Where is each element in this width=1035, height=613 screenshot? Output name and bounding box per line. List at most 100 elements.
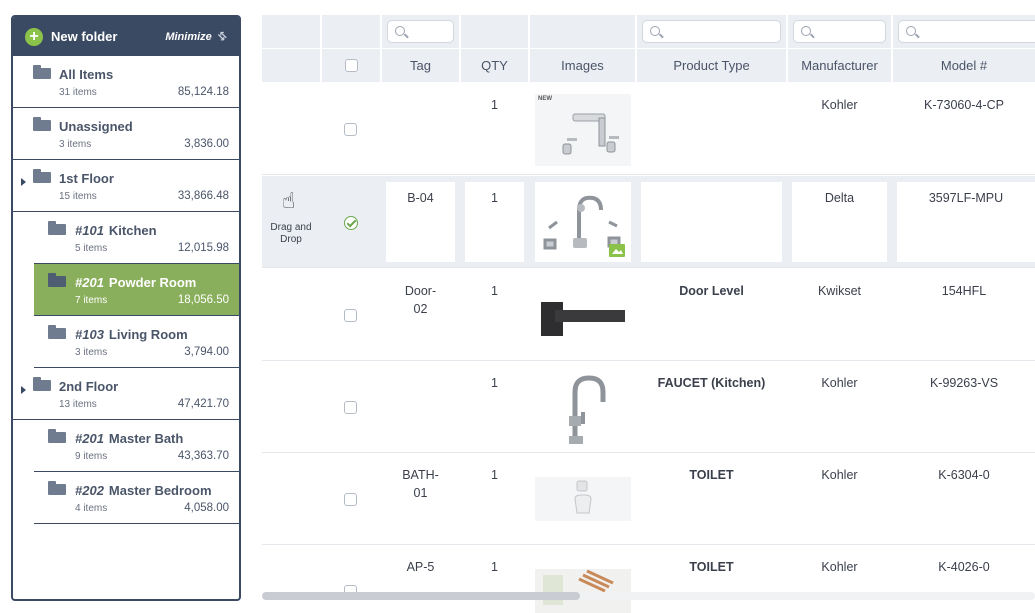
header-blank — [530, 15, 635, 48]
model-cell[interactable]: K-73060-4-CP — [893, 83, 1035, 175]
manufacturer-cell[interactable]: Kohler — [788, 545, 891, 613]
sidebar-header: + New folder Minimize ⇵ — [13, 17, 239, 56]
product-image[interactable]: NEW — [535, 94, 631, 166]
manufacturer-cell[interactable]: Delta — [792, 182, 887, 262]
product-image[interactable] — [535, 477, 631, 521]
product-type-cell[interactable]: Door Level — [637, 269, 786, 361]
folder-master-bath[interactable]: #201 Master Bath 9 items 43,363.70 — [34, 420, 239, 472]
expand-caret-icon[interactable] — [21, 178, 26, 186]
table-row[interactable]: BATH- 01 1 TOILET Kohler K-6304-0 — [262, 453, 1035, 545]
tag-search-input[interactable] — [410, 23, 449, 40]
row-checkbox[interactable] — [344, 123, 357, 136]
product-type-cell[interactable] — [641, 182, 782, 262]
model-search-input[interactable] — [921, 23, 1035, 40]
tag-cell[interactable]: Door- 02 — [382, 269, 459, 361]
column-header-tag[interactable]: Tag — [382, 49, 459, 82]
folder-icon — [33, 65, 51, 79]
scrollbar-thumb[interactable] — [262, 592, 580, 600]
row-checkbox-checked[interactable] — [344, 216, 358, 230]
folder-item-count: 7 items — [75, 295, 108, 306]
product-type-cell[interactable]: TOILET — [637, 453, 786, 545]
manufacturer-value: Delta — [824, 191, 855, 205]
tag-value: BATH- 01 — [402, 468, 439, 500]
tag-search — [387, 20, 454, 43]
folder-2nd-floor[interactable]: 2nd Floor 13 items 47,421.70 — [13, 368, 239, 420]
manufacturer-cell[interactable]: Kwikset — [788, 269, 891, 361]
column-header-images[interactable]: Images — [530, 49, 635, 82]
folder-living-room[interactable]: #103 Living Room 3 items 3,794.00 — [34, 316, 239, 368]
manufacturer-cell[interactable]: Kohler — [788, 361, 891, 453]
folder-item-count: 31 items — [59, 87, 97, 98]
toilet-image — [543, 569, 614, 605]
manufacturer-search-input[interactable] — [816, 23, 881, 40]
column-header-manufacturer[interactable]: Manufacturer — [788, 49, 891, 82]
folder-item-count: 3 items — [59, 139, 92, 150]
product-image[interactable] — [535, 280, 631, 352]
folder-total: 85,124.18 — [177, 86, 229, 98]
folder-total: 43,363.70 — [177, 450, 229, 462]
manufacturer-value: Kohler — [821, 98, 858, 112]
qty-cell[interactable]: 1 — [461, 545, 528, 613]
header-blank — [461, 15, 528, 48]
new-folder-label: New folder — [51, 29, 118, 44]
folder-name: #201 Powder Room — [75, 275, 196, 290]
qty-cell[interactable]: 1 — [461, 83, 528, 175]
qty-cell[interactable]: 1 — [461, 269, 528, 361]
folder-1st-floor[interactable]: 1st Floor 15 items 33,866.48 — [13, 160, 239, 212]
qty-cell[interactable]: 1 — [465, 182, 524, 262]
qty-value: 1 — [491, 376, 498, 390]
tag-cell[interactable] — [382, 83, 459, 175]
header-blank — [322, 15, 380, 48]
select-all-checkbox[interactable] — [344, 59, 358, 72]
product-type-cell[interactable] — [637, 83, 786, 175]
tag-cell[interactable]: AP-5 — [382, 545, 459, 613]
manufacturer-cell[interactable]: Kohler — [788, 453, 891, 545]
model-cell[interactable]: K-6304-0 — [893, 453, 1035, 545]
table-row[interactable]: 1 FAUCET (Kitchen) Kohler K-99263-VS — [262, 361, 1035, 453]
column-header-qty[interactable]: QTY — [461, 49, 528, 82]
model-cell[interactable]: K-4026-0 — [893, 545, 1035, 613]
table-row[interactable]: AP-5 1 TOILET Kohler K-4026-0 — [262, 545, 1035, 613]
product-image[interactable] — [535, 182, 631, 262]
horizontal-scrollbar[interactable] — [262, 592, 1035, 600]
row-checkbox[interactable] — [344, 401, 357, 414]
room-name: Master Bath — [108, 431, 184, 446]
manufacturer-value: Kohler — [821, 560, 858, 574]
folder-unassigned[interactable]: Unassigned 3 items 3,836.00 — [13, 108, 239, 160]
product-type-cell[interactable]: FAUCET (Kitchen) — [637, 361, 786, 453]
header-drag-col — [262, 49, 320, 82]
product-type-cell[interactable]: TOILET — [637, 545, 786, 613]
drag-handle[interactable]: ☝ Drag and Drop — [262, 176, 320, 268]
tag-cell[interactable]: B-04 — [386, 182, 455, 262]
tag-cell[interactable]: BATH- 01 — [382, 453, 459, 545]
qty-cell[interactable]: 1 — [461, 361, 528, 453]
model-cell[interactable]: 154HFL — [893, 269, 1035, 361]
product-type-search-input[interactable] — [665, 23, 776, 40]
folder-master-bedroom[interactable]: #202 Master Bedroom 4 items 4,058.00 — [34, 472, 239, 524]
row-checkbox[interactable] — [344, 309, 357, 322]
model-cell[interactable]: K-99263-VS — [893, 361, 1035, 453]
qty-cell[interactable]: 1 — [461, 453, 528, 545]
column-header-model[interactable]: Model # — [893, 49, 1035, 82]
table-row[interactable]: ☝ Drag and Drop B-04 1 Delta 3597LF-MPU — [262, 176, 1035, 268]
tag-cell[interactable] — [382, 361, 459, 453]
manufacturer-cell[interactable]: Kohler — [788, 83, 891, 175]
column-header-product-type[interactable]: Product Type — [637, 49, 786, 82]
model-cell[interactable]: 3597LF-MPU — [897, 182, 1035, 262]
folder-name: #202 Master Bedroom — [75, 483, 212, 498]
tag-filter-cell — [382, 15, 459, 48]
expand-caret-icon[interactable] — [21, 386, 26, 394]
product-image[interactable] — [535, 372, 631, 444]
row-checkbox[interactable] — [344, 493, 357, 506]
folder-all-items[interactable]: All Items 31 items 85,124.18 — [13, 56, 239, 108]
folder-item-count: 15 items — [59, 191, 97, 202]
folder-kitchen[interactable]: #101 Kitchen 5 items 12,015.98 — [34, 212, 239, 264]
minimize-button[interactable]: Minimize ⇵ — [165, 29, 230, 44]
folder-powder-room[interactable]: #201 Powder Room 7 items 18,056.50 — [34, 264, 239, 316]
table-row[interactable]: Door- 02 1 Door Level Kwikset 154HFL — [262, 269, 1035, 361]
new-folder-button[interactable]: + New folder — [25, 27, 118, 46]
folder-icon — [48, 221, 66, 235]
table-row[interactable]: 1 NEW Kohler K-73060-4-CP — [262, 83, 1035, 175]
toilet-image — [574, 480, 592, 514]
product-image[interactable] — [535, 569, 631, 613]
